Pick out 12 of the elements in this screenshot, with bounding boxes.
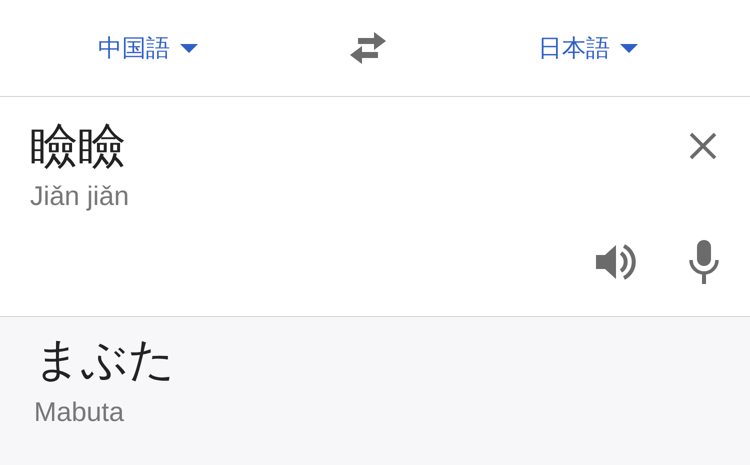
close-icon[interactable] xyxy=(688,131,718,161)
caret-icon xyxy=(620,44,638,52)
speaker-icon[interactable] xyxy=(596,243,638,281)
translation-text: まぶた xyxy=(34,331,176,388)
source-language-button[interactable]: 中国語 xyxy=(98,32,198,64)
swap-icon[interactable] xyxy=(348,32,388,64)
source-text: 瞼瞼 xyxy=(30,117,127,176)
microphone-icon[interactable] xyxy=(688,240,720,284)
translation-romanization: Mabuta xyxy=(34,397,126,428)
caret-icon xyxy=(180,44,198,52)
source-romanization: Jiǎn jiǎn xyxy=(30,181,130,212)
target-language-button[interactable]: 日本語 xyxy=(538,32,638,64)
